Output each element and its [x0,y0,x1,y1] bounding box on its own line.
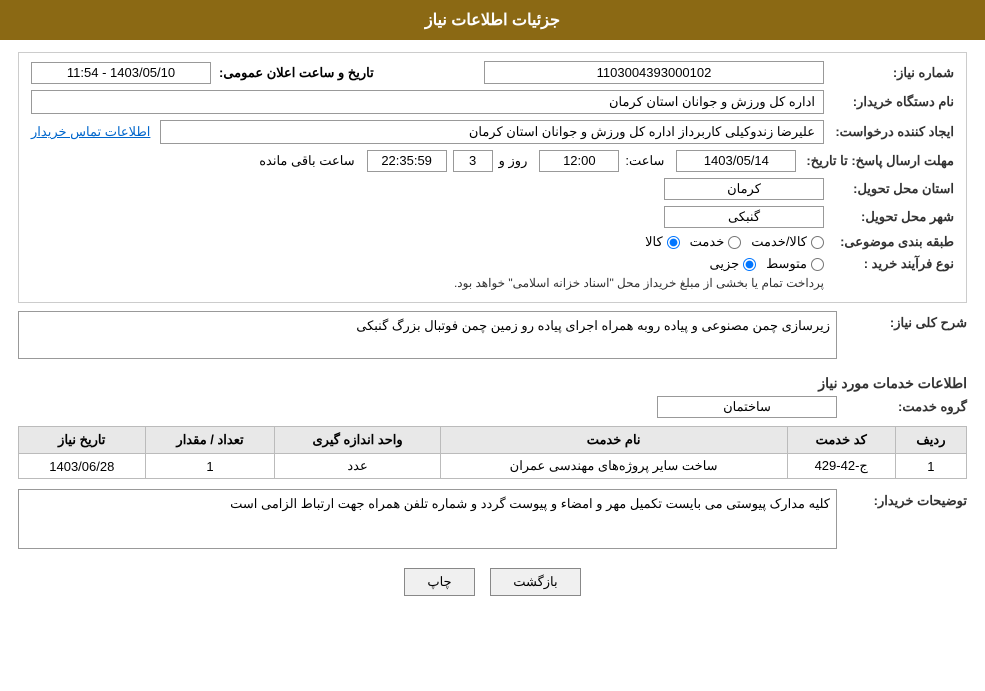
namDastgah-value: اداره کل ورزش و جوانان استان کرمان [31,90,824,114]
radio-jozii-label: جزیی [709,256,739,272]
tarikhElan-label: تاریخ و ساعت اعلان عمومی: [219,65,374,81]
radio-kalaKhedmat[interactable]: کالا/خدمت [751,234,824,250]
ostanTahvil-label: استان محل تحویل: [824,181,954,197]
rooz-label: روز و [499,153,528,169]
farayand-note: پرداخت تمام یا بخشی از مبلغ خریداز محل "… [454,276,824,290]
khadamat-section-title: اطلاعات خدمات مورد نیاز [18,367,967,396]
sharhKoli-value: زیرسازی چمن مصنوعی و پیاده روبه همراه اج… [18,311,837,359]
tabaqe-label: طبقه بندی موضوعی: [824,234,954,250]
page-header: جزئیات اطلاعات نیاز [0,0,985,40]
contact-info-link[interactable]: اطلاعات تماس خریدار [31,124,150,140]
radio-motovaset-label: متوسط [766,256,807,272]
sharhKoli-label: شرح کلی نیاز: [837,311,967,331]
services-table: ردیف کد خدمت نام خدمت واحد اندازه گیری ت… [18,426,967,479]
col-namKhedmat: نام خدمت [440,427,787,454]
radio-kala[interactable]: کالا [645,234,680,250]
tarikhElan-value: 1403/05/10 - 11:54 [31,62,211,84]
shomareNiaz-value: 1103004393000102 [484,61,824,84]
ostanTahvil-value: کرمان [664,178,824,200]
radio-motovaset-input[interactable] [811,258,824,271]
shomareNiaz-label: شماره نیاز: [824,65,954,81]
tosifKharidar-label: توضیحات خریدار: [837,489,967,509]
baghimande-label: ساعت باقی مانده [259,153,354,169]
table-cell-namKhedmat: ساخت سایر پروژه‌های مهندسی عمران [440,454,787,479]
rooz-value: 3 [453,150,493,172]
radio-kala-input[interactable] [667,236,680,249]
mohlat-label: مهلت ارسال پاسخ: تا تاریخ: [796,153,954,169]
print-button[interactable]: چاپ [404,568,474,596]
goroheKhedmat-label: گروه خدمت: [837,399,967,415]
goroheKhedmat-value: ساختمان [657,396,837,418]
date-value: 1403/05/14 [676,150,796,172]
page-title: جزئیات اطلاعات نیاز [425,12,560,29]
tosifKharidar-value: کلیه مدارک پیوستی می بایست تکمیل مهر و ا… [18,489,837,549]
table-cell-kodKhedmat: ج-42-429 [787,454,895,479]
baghimande-value: 22:35:59 [367,150,447,172]
radio-kalaKhedmat-label: کالا/خدمت [751,234,807,250]
radio-motovaset[interactable]: متوسط [766,256,824,272]
table-cell-tarikh: 1403/06/28 [19,454,146,479]
col-kodKhedmat: کد خدمت [787,427,895,454]
radio-khedmat-input[interactable] [728,236,741,249]
col-vahed: واحد اندازه گیری [275,427,440,454]
namDastgah-label: نام دستگاه خریدار: [824,94,954,110]
table-cell-vahed: عدد [275,454,440,479]
table-cell-tedad: 1 [145,454,275,479]
saaat-value: 12:00 [539,150,619,172]
radio-jozii-input[interactable] [743,258,756,271]
radio-kala-label: کالا [645,234,663,250]
shahrTahvil-value: گنبکی [664,206,824,228]
radio-khedmat-label: خدمت [690,234,725,250]
shahrTahvil-label: شهر محل تحویل: [824,209,954,225]
ijadKonnande-label: ایجاد کننده درخواست: [824,124,954,140]
back-button[interactable]: بازگشت [490,568,580,596]
button-row: بازگشت چاپ [18,554,967,606]
col-tedad: تعداد / مقدار [145,427,275,454]
table-cell-radif: 1 [895,454,966,479]
saaat-label: ساعت: [625,153,664,169]
radio-jozii[interactable]: جزیی [709,256,756,272]
col-radif: ردیف [895,427,966,454]
col-tarikh: تاریخ نیاز [19,427,146,454]
ijadKonnande-value: علیرضا زندوکیلی کاربرداز اداره کل ورزش و… [160,120,824,144]
radio-kalaKhedmat-input[interactable] [811,236,824,249]
table-row: 1ج-42-429ساخت سایر پروژه‌های مهندسی عمرا… [19,454,967,479]
noeFarayand-label: نوع فرآیند خرید : [824,256,954,272]
radio-khedmat[interactable]: خدمت [690,234,742,250]
